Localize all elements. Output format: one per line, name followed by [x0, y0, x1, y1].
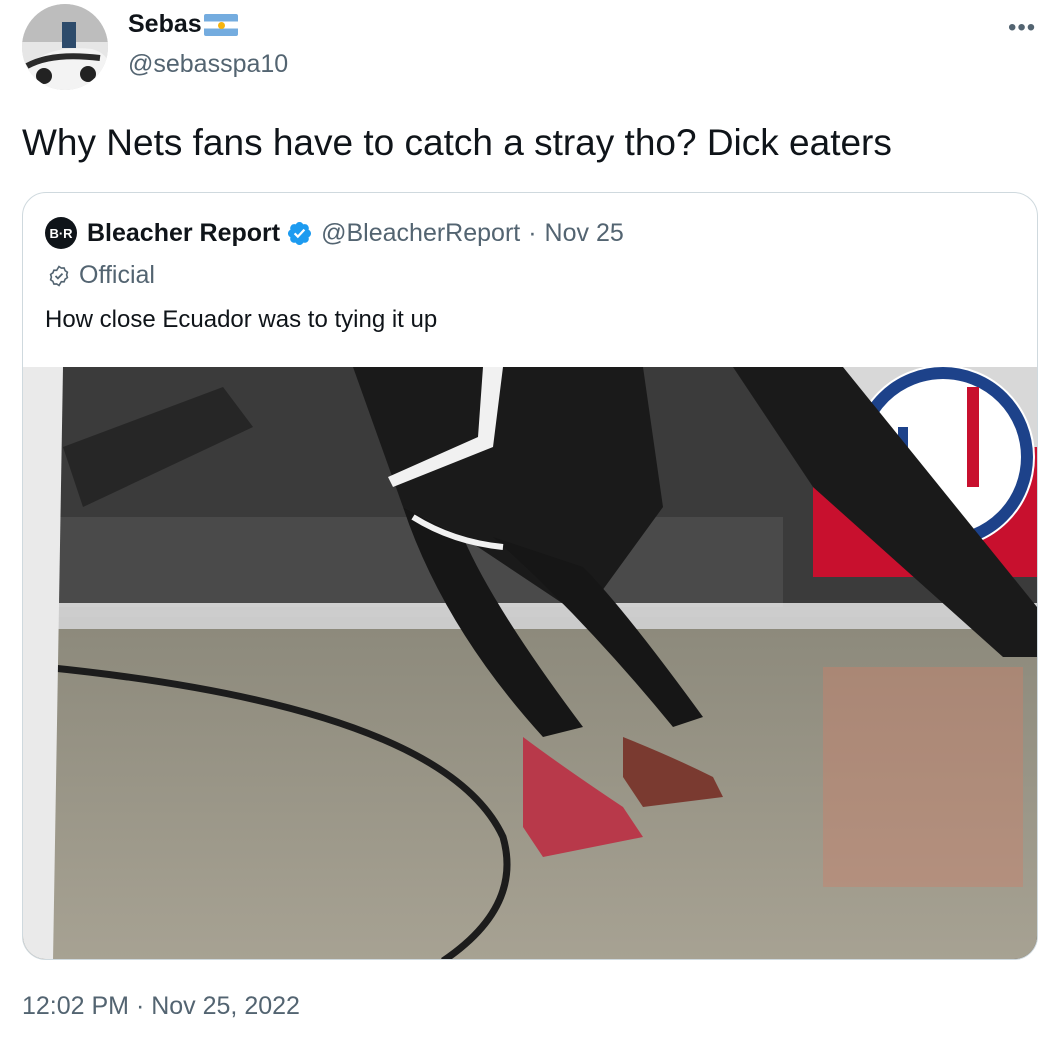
author-handle[interactable]: @sebasspa10: [128, 50, 288, 79]
quoted-tweet-text: How close Ecuador was to tying it up: [45, 306, 438, 333]
more-options-icon[interactable]: •••: [1008, 14, 1036, 42]
quoted-tweet-date[interactable]: Nov 25: [545, 219, 624, 248]
quoted-tweet[interactable]: B·R Bleacher Report @BleacherReport · No…: [22, 192, 1038, 960]
tweet-text: Why Nets fans have to catch a stray tho?…: [22, 122, 892, 163]
basketball-court-video-thumbnail: [23, 367, 1037, 959]
author-avatar[interactable]: [22, 4, 108, 90]
quoted-author-handle[interactable]: @BleacherReport: [321, 219, 520, 248]
quoted-tweet-media[interactable]: [23, 367, 1037, 959]
quoted-tweet-header: B·R Bleacher Report @BleacherReport · No…: [45, 217, 624, 249]
tweet-timestamp[interactable]: 12:02 PM · Nov 25, 2022: [22, 992, 300, 1021]
author-display-name[interactable]: Sebas: [128, 10, 238, 39]
argentina-flag-icon: [203, 13, 238, 36]
display-name-text: Sebas: [128, 10, 202, 38]
quoted-author-name[interactable]: Bleacher Report: [87, 219, 280, 248]
separator-dot: ·: [528, 218, 537, 247]
official-badge-icon: [49, 264, 69, 287]
verified-badge-icon: [288, 221, 312, 245]
official-label: Official: [47, 261, 155, 290]
official-label-text: Official: [79, 261, 155, 289]
bleacher-report-avatar[interactable]: B·R: [45, 217, 77, 249]
